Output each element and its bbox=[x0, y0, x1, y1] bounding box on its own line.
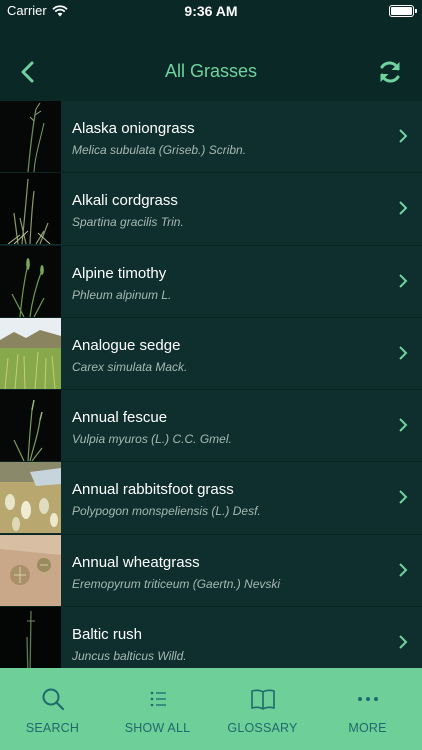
common-name: Annual fescue bbox=[72, 409, 168, 427]
list-item[interactable]: Annual fescue Vulpia myuros (L.) C.C. Gm… bbox=[0, 390, 422, 463]
tab-label: GLOSSARY bbox=[227, 721, 298, 735]
tab-label: SHOW ALL bbox=[124, 721, 191, 735]
common-name: Alkali cordgrass bbox=[72, 192, 178, 210]
chevron-right-icon bbox=[399, 346, 408, 360]
tab-search[interactable]: SEARCH bbox=[0, 668, 105, 750]
list-item[interactable]: Alaska oniongrass Melica subulata (Grise… bbox=[0, 101, 422, 174]
chevron-right-icon bbox=[399, 635, 408, 649]
list-item[interactable]: Baltic rush Juncus balticus Willd. bbox=[0, 607, 422, 668]
grass-list: Alaska oniongrass Melica subulata (Grise… bbox=[0, 101, 422, 668]
page-title: All Grasses bbox=[164, 61, 258, 81]
grass-thumbnail bbox=[0, 607, 61, 668]
grass-thumbnail bbox=[0, 101, 61, 172]
chevron-right-icon bbox=[399, 563, 408, 577]
grass-thumbnail bbox=[0, 317, 61, 389]
scientific-name: Spartina gracilis Trin. bbox=[72, 215, 184, 230]
tab-show-all[interactable]: SHOW ALL bbox=[105, 668, 210, 750]
clock: 9:36 AM bbox=[184, 3, 238, 19]
list-item[interactable]: Alpine timothy Phleum alpinum L. bbox=[0, 245, 422, 318]
common-name: Baltic rush bbox=[72, 626, 143, 644]
grass-thumbnail bbox=[0, 534, 61, 606]
scientific-name: Carex simulata Mack. bbox=[72, 359, 188, 374]
list-item[interactable]: Alkali cordgrass Spartina gracilis Trin. bbox=[0, 173, 422, 246]
chevron-right-icon bbox=[399, 129, 408, 143]
more-icon bbox=[358, 697, 378, 701]
nav-bar: All Grasses bbox=[0, 44, 422, 100]
grass-thumbnail bbox=[0, 173, 61, 245]
refresh-button[interactable] bbox=[376, 58, 404, 86]
list-item[interactable]: Annual wheatgrass Eremopyrum triticeum (… bbox=[0, 534, 422, 608]
tab-label: SEARCH bbox=[25, 721, 80, 735]
refresh-icon bbox=[380, 61, 400, 83]
chevron-right-icon bbox=[399, 490, 408, 505]
chevron-right-icon bbox=[399, 273, 408, 288]
status-bar: Carrier 9:36 AM bbox=[0, 0, 422, 22]
tab-glossary[interactable]: GLOSSARY bbox=[210, 668, 315, 750]
scientific-name: Phleum alpinum L. bbox=[72, 287, 172, 302]
grass-thumbnail bbox=[0, 245, 61, 317]
chevron-right-icon bbox=[399, 418, 408, 432]
tab-bar: SEARCH SHOW ALL GLOSSARY MORE bbox=[0, 668, 422, 750]
common-name: Alaska oniongrass bbox=[72, 120, 195, 137]
tab-label: MORE bbox=[348, 721, 387, 735]
scientific-name: Vulpia myuros (L.) C.C. Gmel. bbox=[72, 432, 232, 447]
list-item[interactable]: Annual rabbitsfoot grass Polypogon monsp… bbox=[0, 462, 422, 535]
header: Carrier 9:36 AM All Grasses bbox=[0, 0, 422, 101]
scientific-name: Juncus balticus Willd. bbox=[72, 649, 187, 664]
common-name: Annual rabbitsfoot grass bbox=[72, 481, 234, 499]
list-item[interactable]: Analogue sedge Carex simulata Mack. bbox=[0, 317, 422, 391]
common-name: Annual wheatgrass bbox=[72, 553, 200, 571]
list-icon bbox=[150, 691, 166, 707]
chevron-right-icon bbox=[399, 201, 408, 216]
common-name: Alpine timothy bbox=[72, 264, 167, 282]
grass-thumbnail bbox=[0, 462, 61, 534]
tab-more[interactable]: MORE bbox=[315, 668, 420, 750]
battery-icon bbox=[389, 5, 417, 17]
scientific-name: Melica subulata (Griseb.) Scribn. bbox=[72, 143, 247, 157]
scientific-name: Polypogon monspeliensis (L.) Desf. bbox=[72, 504, 261, 519]
scientific-name: Eremopyrum triticeum (Gaertn.) Nevski bbox=[72, 576, 281, 591]
book-icon bbox=[251, 689, 275, 710]
common-name: Analogue sedge bbox=[72, 336, 181, 354]
grass-thumbnail bbox=[0, 390, 61, 462]
search-icon bbox=[42, 688, 65, 711]
